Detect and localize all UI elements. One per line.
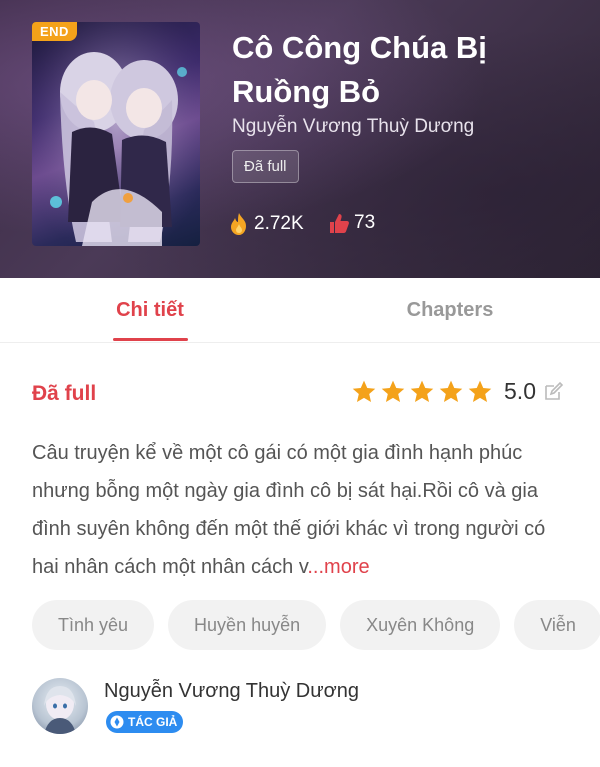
author-badge-icon bbox=[110, 715, 124, 729]
avatar-image bbox=[44, 686, 76, 734]
star-icon bbox=[468, 380, 492, 402]
tag-tinh-yeu[interactable]: Tình yêu bbox=[32, 600, 155, 650]
status-chip: Đã full bbox=[232, 150, 299, 183]
star-icon bbox=[439, 380, 463, 402]
author-name[interactable]: Nguyễn Vương Thuỳ Dương bbox=[104, 680, 359, 703]
book-description: Câu truyện kể về một cô gái có một gia đ… bbox=[32, 434, 568, 586]
book-title: Cô Công Chúa Bị Ruồng Bỏ bbox=[232, 30, 487, 109]
likes-count: 73 bbox=[354, 212, 376, 233]
end-badge: END bbox=[32, 22, 77, 41]
book-cover[interactable] bbox=[32, 22, 200, 246]
book-header: END Cô Công Chúa Bị Ruồng Bỏ Nguyễn Vươn… bbox=[0, 0, 600, 278]
star-icon bbox=[410, 380, 434, 402]
completion-status: Đã full bbox=[32, 382, 97, 405]
author-badge-label: TÁC GIẢ bbox=[128, 715, 178, 729]
views-count: 2.72K bbox=[254, 213, 304, 234]
book-author[interactable]: Nguyễn Vương Thuỳ Dương bbox=[232, 116, 474, 138]
tag-vien[interactable]: Viễn bbox=[514, 600, 600, 650]
genre-tags: Tình yêu Huyền huyễn Xuyên Không Viễn bbox=[32, 600, 600, 650]
likes-stat[interactable]: 73 bbox=[328, 212, 375, 234]
tab-bar: Chi tiết Chapters bbox=[0, 278, 600, 343]
avatar[interactable] bbox=[32, 678, 88, 734]
tab-chapters[interactable]: Chapters bbox=[360, 278, 540, 342]
tag-huyen-huyen[interactable]: Huyền huyễn bbox=[168, 600, 327, 650]
edit-icon[interactable] bbox=[542, 381, 564, 403]
book-detail-page: END Cô Công Chúa Bị Ruồng Bỏ Nguyễn Vươn… bbox=[0, 0, 600, 767]
tag-xuyen-khong[interactable]: Xuyên Không bbox=[340, 600, 501, 650]
star-icon bbox=[381, 380, 405, 402]
author-badge: TÁC GIẢ bbox=[106, 711, 184, 733]
rating: 5.0 bbox=[351, 378, 564, 405]
like-icon bbox=[330, 214, 349, 233]
rating-value: 5.0 bbox=[504, 378, 536, 404]
cover-illustration bbox=[32, 22, 200, 246]
active-tab-indicator bbox=[113, 338, 188, 341]
fire-icon bbox=[231, 213, 246, 235]
star-icon bbox=[352, 380, 376, 402]
views-stat: 2.72K bbox=[228, 212, 304, 236]
description-text: Câu truyện kể về một cô gái có một gia đ… bbox=[32, 442, 546, 578]
tab-detail[interactable]: Chi tiết bbox=[60, 278, 240, 342]
more-link[interactable]: ...more bbox=[307, 556, 369, 578]
